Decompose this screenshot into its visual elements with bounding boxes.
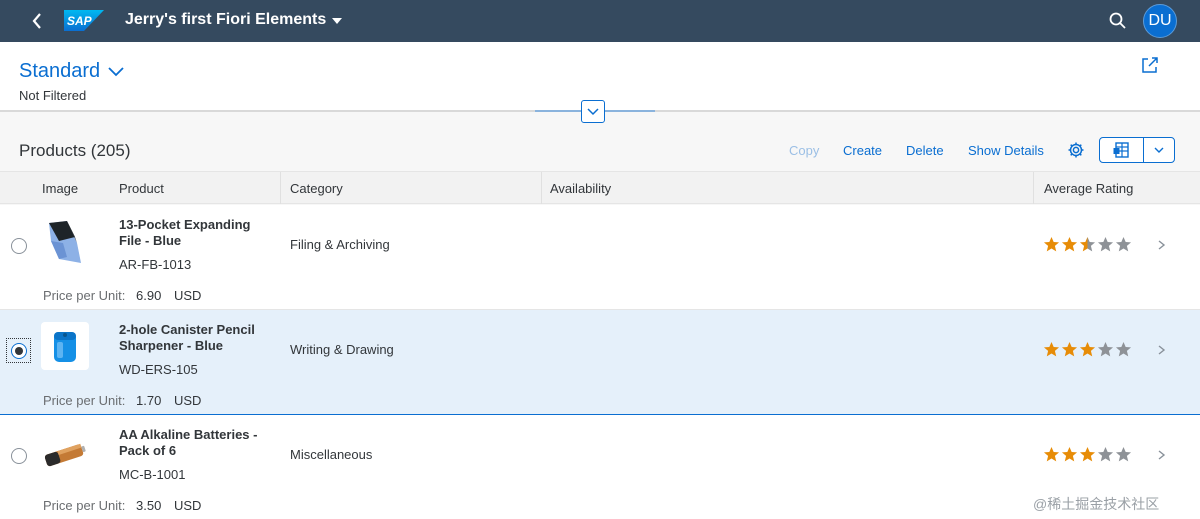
copy-button[interactable]: Copy — [789, 143, 819, 158]
delete-button[interactable]: Delete — [906, 143, 944, 158]
column-availability[interactable]: Availability — [550, 181, 611, 196]
price-value: 1.70 — [136, 393, 162, 408]
price-currency: USD — [174, 498, 202, 513]
column-image[interactable]: Image — [42, 181, 78, 196]
column-average-rating[interactable]: Average Rating — [1044, 181, 1133, 196]
share-icon[interactable] — [1141, 56, 1159, 74]
rating-indicator — [1043, 236, 1133, 254]
chevron-down-icon — [587, 107, 599, 115]
chevron-right-icon[interactable] — [1156, 341, 1168, 359]
show-details-button[interactable]: Show Details — [968, 143, 1044, 158]
product-category: Miscellaneous — [290, 447, 373, 462]
product-name[interactable]: AA Alkaline Batteries - Pack of 6 — [119, 427, 274, 459]
price-currency: USD — [174, 288, 202, 303]
product-name[interactable]: 2-hole Canister Pencil Sharpener - Blue — [119, 322, 274, 354]
product-id: MC-B-1001 — [119, 467, 186, 482]
chevron-right-icon[interactable] — [1156, 446, 1168, 464]
product-id: WD-ERS-105 — [119, 362, 198, 377]
chevron-down-icon — [108, 66, 124, 76]
app-title: Jerry's first Fiori Elements — [125, 11, 327, 28]
sap-logo-text: SAP — [67, 14, 93, 28]
table-row[interactable]: AA Alkaline Batteries - Pack of 6 MC-B-1… — [0, 415, 1200, 519]
product-image-expanding-file — [41, 217, 89, 265]
column-separator — [280, 172, 281, 204]
product-category: Writing & Drawing — [290, 342, 394, 357]
watermark: @稀土掘金技术社区 — [1033, 496, 1160, 512]
product-image-aa-batteries — [41, 427, 89, 475]
chevron-left-icon — [32, 13, 41, 29]
column-product[interactable]: Product — [119, 181, 164, 196]
column-separator — [541, 172, 542, 204]
table-title: Products (205) — [19, 141, 131, 160]
product-name[interactable]: 13-Pocket Expanding File - Blue — [119, 217, 274, 249]
price-label: Price per Unit: — [43, 393, 126, 408]
search-icon[interactable] — [1108, 11, 1128, 31]
sap-logo[interactable]: SAP — [64, 10, 104, 31]
chevron-down-icon — [1154, 147, 1164, 153]
star-empty-icon — [1097, 236, 1114, 252]
row-select-radio[interactable] — [11, 448, 27, 464]
user-avatar[interactable]: DU — [1143, 4, 1177, 38]
star-filled-icon — [1043, 341, 1060, 357]
star-empty-icon — [1097, 446, 1114, 462]
caret-down-icon — [332, 18, 343, 24]
export-button[interactable] — [1100, 138, 1144, 162]
gear-icon[interactable] — [1067, 141, 1085, 159]
star-empty-icon — [1115, 446, 1132, 462]
star-filled-icon — [1043, 446, 1060, 462]
export-button-group — [1099, 137, 1175, 163]
app-title-menu[interactable]: Jerry's first Fiori Elements — [125, 11, 343, 29]
row-select-radio[interactable] — [11, 238, 27, 254]
price-label: Price per Unit: — [43, 498, 126, 513]
variant-name: Standard — [19, 60, 101, 82]
star-empty-icon — [1115, 236, 1132, 252]
collapse-header-button[interactable] — [581, 100, 605, 123]
star-filled-icon — [1079, 446, 1096, 462]
price-label: Price per Unit: — [43, 288, 126, 303]
column-separator — [1033, 172, 1034, 204]
star-filled-icon — [1061, 341, 1078, 357]
star-empty-icon — [1115, 341, 1132, 357]
product-id: AR-FB-1013 — [119, 257, 192, 272]
table-row[interactable]: 13-Pocket Expanding File - Blue AR-FB-10… — [0, 205, 1200, 310]
create-button[interactable]: Create — [843, 143, 882, 158]
table-column-header: Image Product Category Availability Aver… — [0, 171, 1200, 204]
table-row[interactable]: 2-hole Canister Pencil Sharpener - Blue … — [0, 310, 1200, 415]
product-category: Filing & Archiving — [290, 237, 390, 252]
export-menu-button[interactable] — [1144, 138, 1174, 162]
filter-status-text: Not Filtered — [19, 88, 87, 103]
star-filled-icon — [1043, 236, 1060, 252]
row-select-radio[interactable] — [11, 343, 27, 359]
price-value: 6.90 — [136, 288, 162, 303]
star-filled-icon — [1079, 341, 1096, 357]
spreadsheet-icon — [1113, 142, 1129, 158]
price-value: 3.50 — [136, 498, 162, 513]
price-currency: USD — [174, 393, 202, 408]
column-category[interactable]: Category — [290, 181, 343, 196]
chevron-right-icon[interactable] — [1156, 236, 1168, 254]
star-filled-icon — [1061, 236, 1078, 252]
star-empty-icon — [1097, 341, 1114, 357]
rating-indicator — [1043, 446, 1133, 464]
shell-bar: SAP Jerry's first Fiori Elements DU — [0, 0, 1200, 42]
star-half-icon — [1079, 236, 1096, 252]
product-image-pencil-sharpener — [41, 322, 89, 370]
star-filled-icon — [1061, 446, 1078, 462]
rating-indicator — [1043, 341, 1133, 359]
back-button[interactable] — [26, 9, 48, 33]
variant-management[interactable]: Standard — [19, 60, 124, 83]
